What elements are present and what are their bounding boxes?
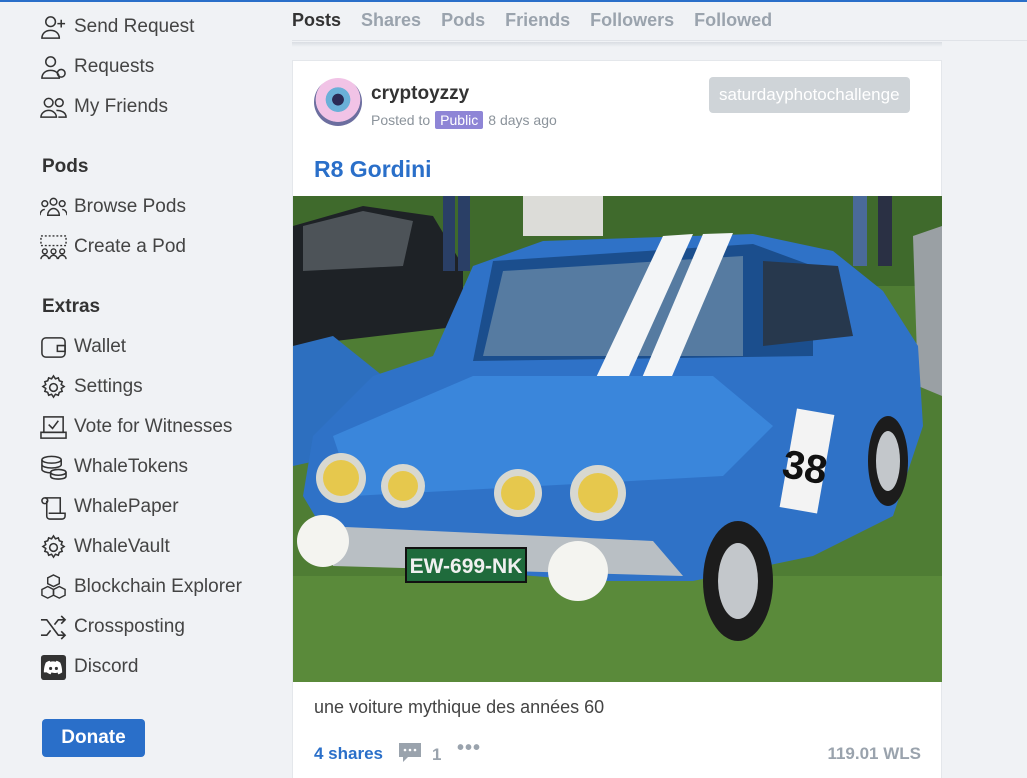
post-time: 8 days ago — [488, 112, 557, 128]
sidebar-item-my-friends[interactable]: My Friends — [40, 90, 168, 124]
tab-shares[interactable]: Shares — [361, 10, 421, 31]
sidebar-item-browse-pods[interactable]: Browse Pods — [40, 190, 186, 224]
extras-section-title: Extras — [42, 296, 101, 317]
post-image[interactable]: EW-699-NK 38 — [293, 196, 942, 682]
sidebar-item-label: Discord — [74, 656, 139, 677]
sidebar-item-send-request[interactable]: Send Request — [40, 10, 194, 44]
group-icon — [40, 193, 70, 221]
coins-icon — [40, 453, 70, 481]
race-number: 38 — [779, 442, 830, 493]
more-options-icon[interactable]: ••• — [457, 737, 481, 760]
post-title[interactable]: R8 Gordini — [314, 156, 432, 183]
comment-icon — [398, 741, 432, 768]
sidebar-item-blockchain-explorer[interactable]: Blockchain Explorer — [40, 570, 242, 604]
sidebar-item-whalepaper[interactable]: WhalePaper — [40, 490, 179, 524]
sidebar-item-requests[interactable]: Requests — [40, 50, 154, 84]
wallet-icon — [40, 333, 70, 361]
user-plus-icon — [40, 13, 70, 41]
tab-followers[interactable]: Followers — [590, 10, 674, 31]
comment-count: 1 — [432, 744, 442, 764]
sidebar-item-label: My Friends — [74, 96, 168, 117]
sidebar-item-wallet[interactable]: Wallet — [40, 330, 126, 364]
gear-icon — [40, 373, 70, 401]
tab-pods[interactable]: Pods — [441, 10, 485, 31]
sidebar-item-create-pod[interactable]: Create a Pod — [40, 230, 186, 264]
shares-link[interactable]: 4 shares — [314, 744, 383, 764]
sidebar-item-label: Create a Pod — [74, 236, 186, 257]
post-meta: Posted to Public 8 days ago — [371, 111, 557, 129]
sidebar-item-label: WhalePaper — [74, 496, 179, 517]
posted-to-label: Posted to — [371, 112, 431, 128]
tab-friends[interactable]: Friends — [505, 10, 570, 31]
sidebar-item-label: WhaleTokens — [74, 456, 189, 477]
sidebar-item-whaletokens[interactable]: WhaleTokens — [40, 450, 188, 484]
discord-icon — [40, 653, 70, 681]
avatar[interactable] — [314, 78, 362, 126]
sidebar-item-settings[interactable]: Settings — [40, 370, 143, 404]
post-author[interactable]: cryptoyzzy — [371, 83, 469, 105]
sidebar-item-label: Send Request — [74, 16, 195, 37]
sidebar-item-label: Blockchain Explorer — [74, 576, 242, 597]
sidebar-item-label: Vote for Witnesses — [74, 416, 233, 437]
tab-posts[interactable]: Posts — [292, 10, 341, 31]
sidebar-item-vote-witnesses[interactable]: Vote for Witnesses — [40, 410, 232, 444]
sidebar-item-discord[interactable]: Discord — [40, 650, 138, 684]
sidebar-item-label: Browse Pods — [74, 196, 186, 217]
sidebar-item-label: Crossposting — [74, 616, 185, 637]
tab-followed[interactable]: Followed — [694, 10, 772, 31]
create-group-icon — [40, 233, 70, 261]
sidebar-item-crossposting[interactable]: Crossposting — [40, 610, 185, 644]
users-icon — [40, 93, 70, 121]
post-body: une voiture mythique des années 60 — [314, 697, 605, 717]
sidebar-item-label: Settings — [74, 376, 143, 397]
visibility-badge: Public — [435, 111, 484, 129]
pods-section-title: Pods — [42, 156, 89, 177]
license-plate-text: EW-699-NK — [410, 555, 523, 578]
gear-vault-icon — [40, 533, 70, 561]
vote-icon — [40, 413, 70, 441]
user-requests-icon — [40, 53, 70, 81]
profile-tabs: Posts Shares Pods Friends Followers Foll… — [292, 10, 792, 31]
sidebar: Send Request Requests My Friends Pods Br… — [0, 0, 290, 778]
tabs-divider — [292, 40, 1027, 41]
cubes-icon — [40, 573, 70, 601]
sidebar-item-label: Wallet — [74, 336, 127, 357]
shuffle-icon — [40, 613, 70, 641]
payout-value: 119.01 WLS — [827, 744, 921, 763]
tag-button[interactable]: saturdayphotochallenge — [709, 77, 910, 113]
post-card: cryptoyzzy Posted to Public 8 days ago s… — [292, 60, 942, 778]
tabs-shadow — [292, 42, 942, 47]
sidebar-item-whalevault[interactable]: WhaleVault — [40, 530, 170, 564]
sidebar-item-label: WhaleVault — [74, 536, 170, 557]
sidebar-item-label: Requests — [74, 56, 155, 77]
comments-button[interactable]: 1 — [398, 741, 441, 768]
scroll-icon — [40, 493, 70, 521]
donate-button[interactable]: Donate — [42, 719, 145, 757]
